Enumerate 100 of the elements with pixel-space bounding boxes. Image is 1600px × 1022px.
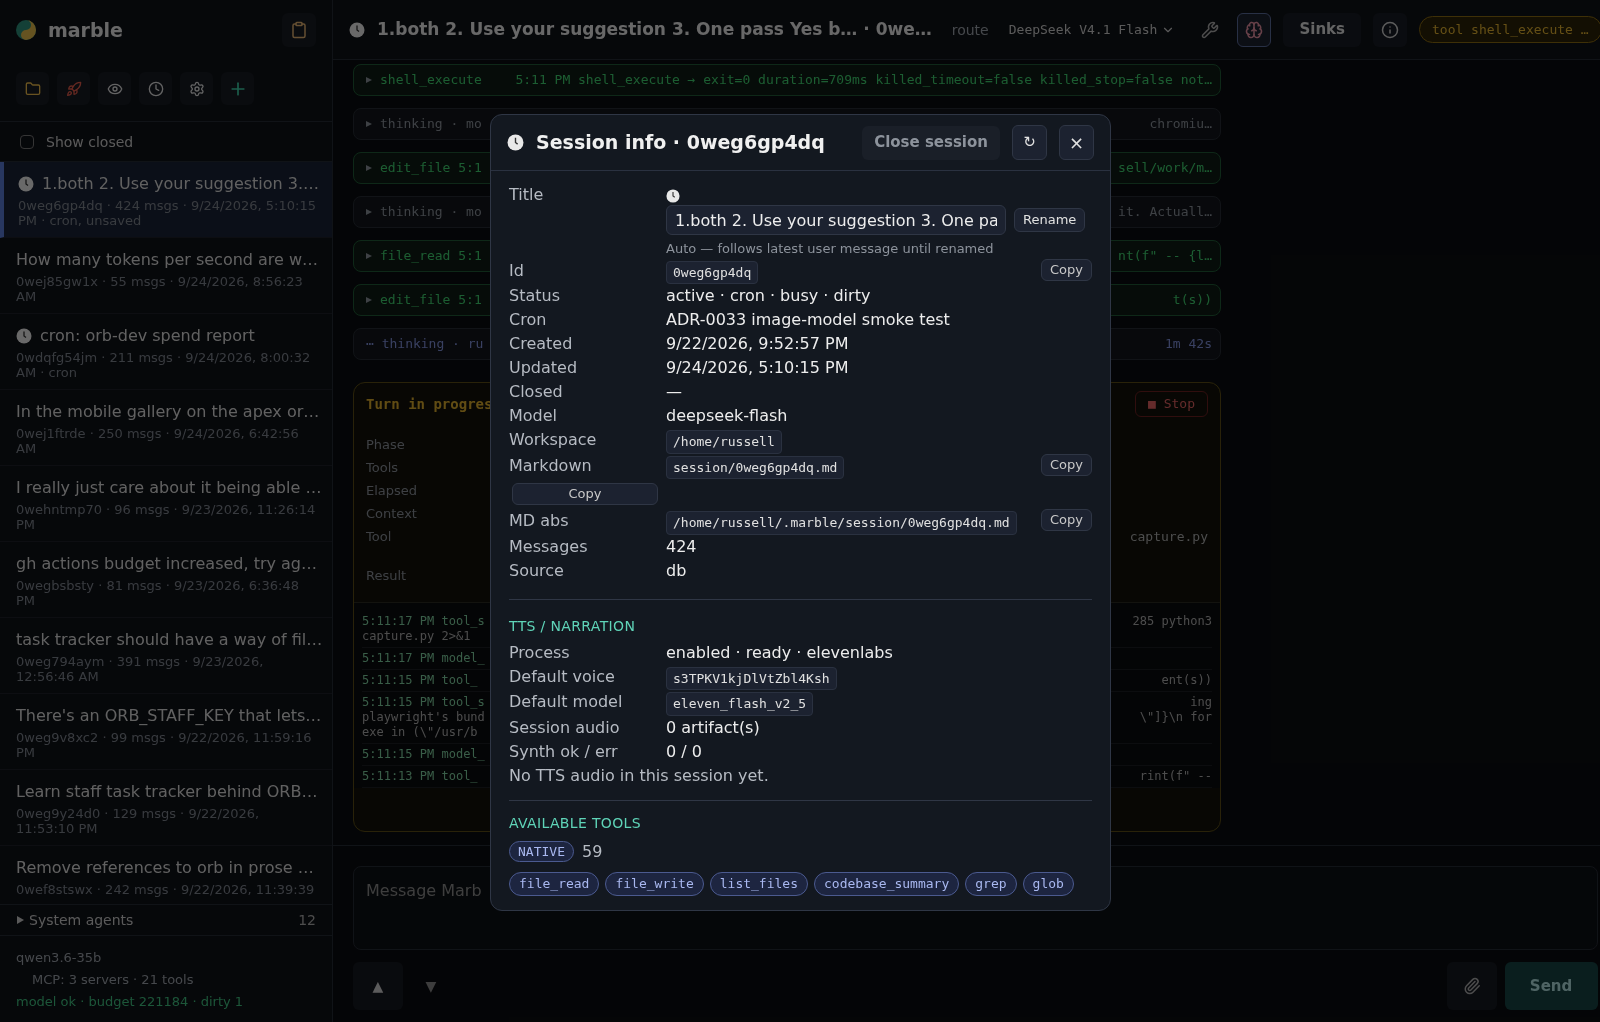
eye-button[interactable]	[98, 72, 131, 105]
session-title: 1.both 2. Use your suggestion 3.…	[42, 173, 320, 195]
clipboard-button[interactable]	[282, 13, 316, 47]
expand-caret-icon[interactable]	[16, 916, 24, 924]
system-agents-count: 12	[298, 911, 316, 930]
send-button[interactable]: Send	[1504, 962, 1598, 1010]
expand-caret-icon[interactable]	[366, 121, 372, 127]
session-title: cron: orb-dev spend report	[40, 325, 255, 347]
code-value: /home/russell/.marble/session/0weg6gp4dq.md	[666, 511, 1017, 535]
log-line: 5:11:13 PM tool_	[362, 768, 478, 784]
log-line: playwright's bund	[362, 709, 485, 725]
expand-caret-icon[interactable]	[366, 165, 372, 171]
turn-title: Turn in progres	[366, 394, 493, 414]
log-line: 5:11:17 PM tool_s	[362, 613, 485, 629]
log-line: capture.py 2>&1	[362, 628, 472, 644]
attach-button[interactable]	[1446, 962, 1497, 1010]
checkbox[interactable]	[20, 134, 34, 149]
info-button[interactable]	[1373, 12, 1407, 47]
field-label: Title	[509, 184, 545, 206]
field-label: Default model	[509, 691, 624, 713]
brain-button[interactable]	[1237, 12, 1272, 47]
title-note: Auto — follows latest user message until renamed	[666, 240, 995, 258]
clock-icon	[147, 80, 164, 97]
plus-button[interactable]	[221, 72, 254, 105]
log-line: 5:11:15 PM model_	[362, 746, 485, 762]
log-row[interactable]: shell_execute 5:11 PM shell_execute → exit=0 duration=709ms killed_timeout=false killed_stop=false not…	[353, 64, 1221, 96]
turn-field-value: capture.py	[1129, 527, 1208, 546]
log-line-end: \"]}\n for	[1139, 709, 1212, 725]
clock-icon	[666, 189, 680, 203]
copy-button[interactable]: Copy	[1041, 258, 1092, 281]
log-text: edit_file 5:1	[380, 159, 482, 178]
log-text-end: chromiu…	[1149, 115, 1212, 134]
paperclip-icon	[1462, 977, 1481, 995]
dialog-title: Session info · 0weg6gp4dq	[536, 130, 825, 156]
log-text: ⋯ thinking · ru	[366, 335, 484, 354]
turn-field-label: Context	[366, 504, 417, 523]
expand-caret-icon[interactable]	[366, 209, 372, 215]
log-line-end: ing	[1190, 694, 1212, 710]
turn-field-label: Tools	[366, 458, 399, 477]
tool-chip: glob	[1022, 871, 1074, 896]
session-heading: 1.both 2. Use your suggestion 3. One pass Yes b… · 0we…	[377, 17, 932, 41]
close-button[interactable]: ×	[1059, 125, 1094, 160]
session-title: There's an ORB_STAFF_KEY that lets…	[16, 705, 322, 727]
tool-chip: codebase_summary	[814, 871, 960, 896]
copy-button[interactable]: Copy	[1041, 453, 1092, 476]
copy-button[interactable]: Copy	[1041, 509, 1092, 531]
field-value: 9/22/2026, 9:52:57 PM	[666, 333, 849, 355]
rocket-button[interactable]	[57, 72, 90, 105]
clock-button[interactable]	[139, 72, 172, 105]
log-line-end: ent(s))	[1161, 672, 1212, 688]
stop-button[interactable]: ■ Stop	[1135, 391, 1208, 417]
field-label: Workspace	[509, 429, 598, 451]
folder-button[interactable]	[16, 72, 49, 105]
clock-icon	[16, 328, 32, 344]
tts-note: No TTS audio in this session yet.	[509, 764, 770, 787]
log-text: shell_execute	[380, 71, 482, 90]
title-field[interactable]: 1.both 2. Use your suggestion 3. One pa	[666, 205, 1006, 235]
log-text-end: t(s))	[1172, 291, 1212, 310]
code-value: 0weg6gp4dq	[666, 260, 759, 284]
rename-button[interactable]: Rename	[1014, 208, 1086, 232]
show-closed-label: Show closed	[46, 132, 134, 152]
expand-caret-icon[interactable]	[366, 253, 372, 259]
tool-count: 59	[581, 840, 603, 863]
expand-caret-icon[interactable]	[366, 77, 372, 83]
log-text-end: nt(f" -- {l…	[1118, 247, 1212, 266]
wrench-icon	[1201, 20, 1220, 39]
field-label: Cron	[509, 309, 548, 331]
log-text: edit_file 5:1	[380, 291, 482, 310]
field-label: Source	[509, 559, 565, 582]
settings-button[interactable]	[180, 72, 213, 105]
session-title: Remove references to orb in prose …	[16, 857, 314, 879]
log-line-end: 285 python3	[1132, 613, 1212, 629]
field-label: Process	[509, 641, 571, 664]
field-label: Synth ok / err	[509, 740, 619, 763]
native-badge: NATIVE	[509, 840, 574, 863]
refresh-button[interactable]: ↻	[1012, 125, 1047, 160]
log-text: file_read 5:1	[380, 247, 482, 266]
budget-status: model ok · budget 221184 · dirty 1	[16, 993, 245, 1011]
session-title: gh actions budget increased, try ag…	[16, 553, 317, 575]
clock-icon	[18, 176, 34, 192]
scroll-down-button[interactable]: ▼	[411, 962, 451, 1010]
code-value: /home/russell	[666, 430, 782, 454]
clock-icon	[507, 134, 524, 151]
log-line: 5:11:15 PM tool_	[362, 672, 478, 688]
system-agents-toggle[interactable]: System agents	[29, 910, 134, 930]
code-value: s3TPKV1kjDlVtZbl4Ksh	[666, 666, 837, 690]
field-value: enabled · ready · elevenlabs	[666, 641, 893, 664]
field-label: Default voice	[509, 665, 616, 688]
sinks-button[interactable]: Sinks	[1283, 12, 1361, 47]
clipboard-icon	[290, 21, 308, 39]
expand-caret-icon[interactable]	[366, 297, 372, 303]
model-select[interactable]: DeepSeek V4.1 Flash	[1000, 19, 1184, 40]
field-value: active · cron · busy · dirty	[666, 285, 871, 307]
section-heading: TTS / NARRATION	[509, 616, 637, 636]
close-session-button[interactable]: Close session	[862, 125, 1000, 160]
scroll-up-button[interactable]: ▲	[353, 962, 403, 1010]
field-label: Messages	[509, 535, 589, 558]
copy-button[interactable]: Copy	[512, 483, 658, 505]
field-label: Model	[509, 405, 559, 427]
mcp-status: MCP: 3 servers · 21 tools	[31, 971, 195, 989]
